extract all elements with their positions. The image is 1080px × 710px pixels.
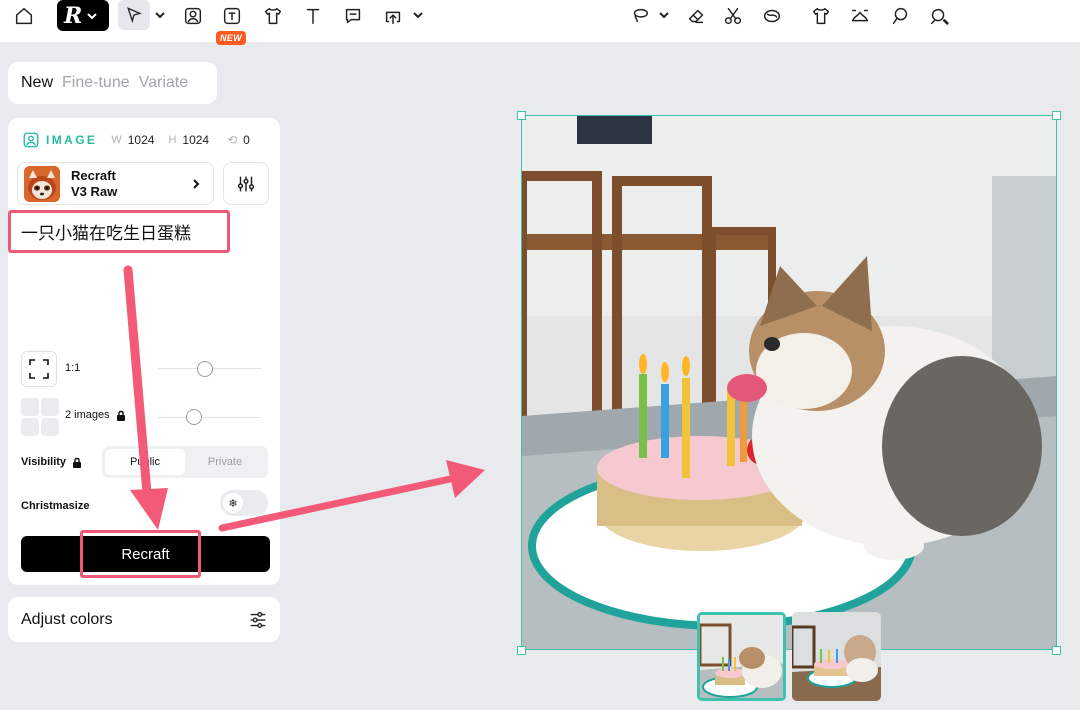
chevron-right-icon bbox=[193, 179, 200, 189]
model-settings-button[interactable] bbox=[223, 162, 269, 205]
pointer-icon bbox=[127, 7, 142, 24]
lock-icon bbox=[73, 457, 82, 468]
rotation-icon: ⟲ bbox=[227, 133, 238, 147]
rotation-input[interactable]: 0 bbox=[243, 133, 250, 147]
expand-tool-button[interactable] bbox=[845, 4, 875, 28]
resize-handle-top-right[interactable] bbox=[1052, 111, 1061, 120]
christmasize-toggle[interactable]: ❄ bbox=[220, 490, 268, 516]
tshirt-icon bbox=[812, 7, 830, 25]
magic-tool-button[interactable] bbox=[924, 4, 954, 28]
model-selector[interactable]: Recraft V3 Raw bbox=[17, 162, 214, 205]
comment-icon bbox=[345, 8, 361, 24]
image-frame-icon bbox=[184, 7, 202, 25]
chevron-down-icon[interactable] bbox=[658, 9, 670, 21]
recraft-generate-button[interactable]: Recraft bbox=[21, 536, 270, 572]
snowflake-icon: ❄ bbox=[223, 493, 243, 513]
chevron-down-icon[interactable] bbox=[412, 9, 424, 21]
width-input[interactable]: 1024 bbox=[128, 133, 155, 147]
thumbnail-variation-1[interactable] bbox=[697, 612, 786, 701]
tshirt-icon bbox=[264, 7, 282, 25]
image-type-label: IMAGE bbox=[46, 133, 98, 147]
kitten-cake-thumbnail bbox=[700, 615, 783, 698]
chevron-down-icon[interactable] bbox=[154, 9, 166, 21]
sliders-icon bbox=[250, 611, 266, 629]
select-tool-button[interactable] bbox=[118, 0, 150, 30]
text-tool-button[interactable] bbox=[298, 4, 328, 28]
vectorize-icon bbox=[763, 9, 781, 23]
kitten-cake-thumbnail bbox=[792, 612, 881, 701]
variation-thumbnails bbox=[697, 612, 881, 701]
height-input[interactable]: 1024 bbox=[182, 133, 209, 147]
lock-icon bbox=[116, 410, 125, 421]
visibility-label: Visibility bbox=[21, 456, 67, 468]
export-tool-button[interactable] bbox=[378, 4, 408, 28]
tab-fine-tune[interactable]: Fine-tune bbox=[62, 74, 130, 92]
images-count-slider[interactable] bbox=[157, 417, 261, 418]
expand-icon bbox=[851, 9, 869, 22]
eraser-icon bbox=[688, 9, 704, 24]
mode-tabs: New Fine-tune Variate bbox=[8, 62, 217, 104]
top-toolbar: R NEW bbox=[0, 0, 1080, 45]
sliders-icon bbox=[237, 176, 255, 191]
eraser-tool-button[interactable] bbox=[681, 4, 711, 28]
resize-handle-top-left[interactable] bbox=[517, 111, 526, 120]
adjust-colors-section[interactable]: Adjust colors bbox=[8, 597, 280, 642]
thumbnail-variation-2[interactable] bbox=[792, 612, 881, 701]
visibility-toggle: Public Private bbox=[102, 446, 268, 478]
mockup-tool-button[interactable] bbox=[258, 4, 288, 28]
visibility-public-option[interactable]: Public bbox=[105, 449, 185, 475]
lasso-icon bbox=[633, 8, 649, 23]
mockup-shirt-button[interactable] bbox=[806, 4, 836, 28]
resize-handle-bottom-left[interactable] bbox=[517, 646, 526, 655]
images-count-slider-handle[interactable] bbox=[186, 409, 202, 425]
text-icon bbox=[306, 8, 320, 25]
aspect-ratio-button[interactable] bbox=[21, 351, 57, 387]
aspect-ratio-label: 1:1 bbox=[65, 362, 81, 374]
visibility-private-option[interactable]: Private bbox=[185, 449, 265, 475]
height-label: H bbox=[168, 134, 177, 146]
generated-image[interactable] bbox=[521, 115, 1057, 650]
adjust-colors-label: Adjust colors bbox=[21, 610, 113, 628]
cut-tool-button[interactable] bbox=[718, 4, 748, 28]
images-count-label: 2 images bbox=[65, 409, 110, 421]
new-badge: NEW bbox=[216, 31, 246, 45]
text-frame-tool-button[interactable] bbox=[217, 4, 247, 28]
image-size-row: IMAGE W 1024 H 1024 ⟲ 0 bbox=[22, 130, 250, 150]
visibility-row: Visibility bbox=[21, 456, 82, 468]
model-name-line1: Recraft bbox=[71, 167, 116, 183]
export-icon bbox=[385, 11, 401, 25]
images-count-icon bbox=[21, 398, 59, 436]
images-count-row: 2 images bbox=[65, 409, 126, 421]
brush-icon bbox=[892, 7, 908, 25]
text-frame-icon bbox=[223, 7, 241, 25]
resize-handle-bottom-right[interactable] bbox=[1052, 646, 1061, 655]
style-tool-button[interactable] bbox=[885, 4, 915, 28]
lasso-tool-button[interactable] bbox=[625, 4, 655, 28]
magic-wand-icon bbox=[930, 8, 949, 25]
vectorize-tool-button[interactable] bbox=[757, 4, 787, 28]
model-name-line2: V3 Raw bbox=[71, 183, 118, 199]
width-label: W bbox=[111, 134, 122, 146]
red-panda-avatar bbox=[24, 165, 60, 202]
chevron-down-icon bbox=[87, 12, 98, 19]
scissors-icon bbox=[724, 7, 742, 25]
model-name: Recraft V3 Raw bbox=[71, 168, 117, 200]
tab-new[interactable]: New bbox=[21, 74, 53, 92]
tab-variate[interactable]: Variate bbox=[139, 74, 189, 92]
christmasize-label: Christmasize bbox=[21, 500, 90, 512]
image-icon bbox=[23, 132, 39, 148]
aspect-ratio-slider-handle[interactable] bbox=[197, 361, 213, 377]
home-icon[interactable] bbox=[9, 4, 39, 28]
prompt-input[interactable]: 一只小猫在吃生日蛋糕 bbox=[8, 210, 230, 253]
image-frame-tool-button[interactable] bbox=[178, 4, 208, 28]
kitten-cake-photo bbox=[522, 116, 1056, 649]
aspect-ratio-icon bbox=[29, 359, 49, 379]
app-menu-button[interactable]: R bbox=[57, 0, 109, 31]
comment-tool-button[interactable] bbox=[338, 4, 368, 28]
recraft-logo-icon: R bbox=[64, 2, 83, 29]
